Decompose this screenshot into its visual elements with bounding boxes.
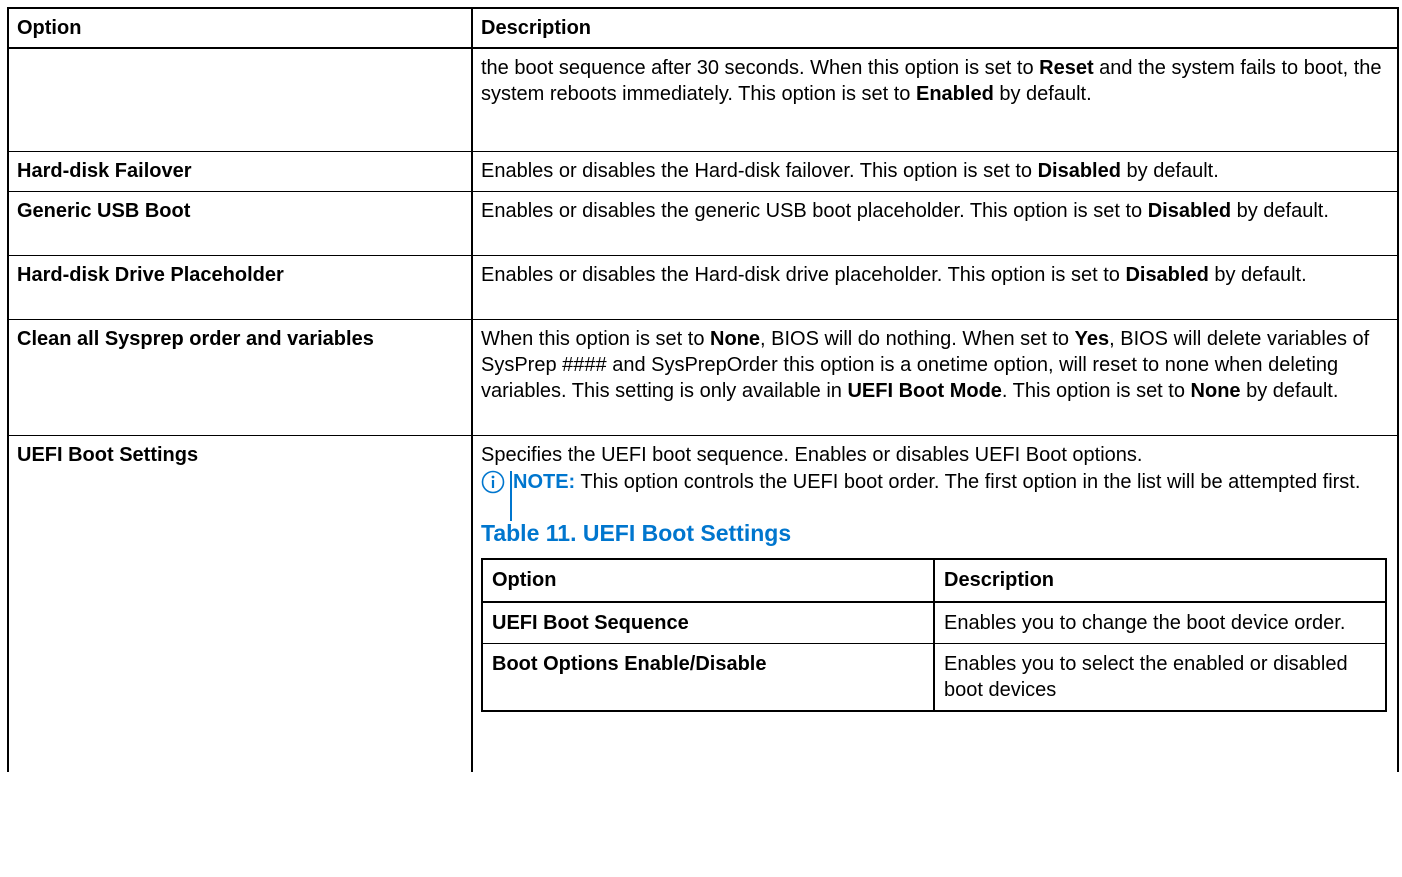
description-cell: Enables or disables the Hard-disk failov…: [471, 151, 1398, 191]
inner-table-row: Boot Options Enable/Disable Enables you …: [482, 643, 1386, 711]
option-cell: UEFI Boot Settings: [17, 443, 199, 466]
description-cell: the boot sequence after 30 seconds. When…: [471, 48, 1398, 151]
header-option: Option: [17, 17, 82, 39]
option-cell: Hard-disk Drive Placeholder: [17, 263, 284, 286]
description-cell: Enables or disables the generic USB boot…: [471, 191, 1398, 255]
note-label: NOTE:: [513, 470, 576, 493]
desc-bold: Enabled: [916, 83, 994, 105]
desc-bold: Disabled: [1125, 263, 1209, 286]
desc-text: by default.: [1208, 263, 1307, 286]
desc-text: by default.: [1231, 199, 1329, 222]
description-cell: Specifies the UEFI boot sequence. Enable…: [471, 435, 1398, 772]
option-cell: Hard-disk Failover: [17, 159, 192, 182]
boot-settings-table: Option Description the boot sequence aft…: [7, 7, 1399, 772]
table-header-row: Option Description: [8, 8, 1398, 48]
desc-text: When this option is set to: [481, 327, 711, 350]
note-block: NOTE: This option controls the UEFI boot…: [481, 469, 1389, 521]
desc-bold: Disabled: [1147, 199, 1232, 222]
table-row: Generic USB Boot Enables or disables the…: [8, 191, 1398, 255]
desc-bold: Yes: [1074, 327, 1110, 350]
table-row: the boot sequence after 30 seconds. When…: [8, 48, 1398, 151]
header-description: Description: [471, 8, 1398, 48]
inner-description-cell: Enables you to select the enabled or dis…: [933, 643, 1386, 711]
inner-header-description: Description: [933, 558, 1386, 602]
description-cell: When this option is set to None, BIOS wi…: [471, 319, 1398, 435]
desc-text: Enables or disables the generic USB boot…: [481, 199, 1148, 222]
desc-text: Enables or disables the Hard-disk failov…: [481, 159, 1038, 182]
inner-option-cell: Boot Options Enable/Disable: [492, 652, 767, 675]
desc-text: . This option is set to: [1001, 379, 1191, 402]
desc-text: by default.: [1240, 379, 1339, 402]
inner-description-cell: Enables you to change the boot device or…: [933, 601, 1386, 643]
info-circle-icon: [481, 470, 505, 493]
desc-bold: UEFI Boot Mode: [847, 379, 1002, 402]
desc-text: by default.: [1120, 159, 1219, 182]
note-text: This option controls the UEFI boot order…: [575, 470, 1361, 493]
description-cell: Enables or disables the Hard-disk drive …: [471, 255, 1398, 319]
option-cell: Clean all Sysprep order and variables: [17, 327, 374, 350]
table-row: UEFI Boot Settings Specifies the UEFI bo…: [8, 435, 1398, 772]
option-cell: [8, 48, 472, 151]
desc-text: , BIOS will do nothing. When set to: [760, 327, 1075, 350]
uefi-boot-settings-table: Option Description UEFI Boot Sequence En…: [481, 557, 1387, 712]
desc-intro: Specifies the UEFI boot sequence. Enable…: [481, 443, 1143, 466]
desc-text: Enables or disables the Hard-disk drive …: [481, 263, 1126, 286]
table-row: Clean all Sysprep order and variables Wh…: [8, 319, 1398, 435]
inner-table-caption: Table 11. UEFI Boot Settings: [481, 519, 792, 546]
table-row: Hard-disk Failover Enables or disables t…: [8, 151, 1398, 191]
inner-header-option: Option: [492, 568, 557, 591]
desc-bold: Disabled: [1037, 159, 1121, 182]
desc-bold: Reset: [1039, 57, 1094, 79]
table-row: Hard-disk Drive Placeholder Enables or d…: [8, 255, 1398, 319]
desc-text: the boot sequence after 30 seconds. When…: [481, 57, 1040, 79]
option-cell: Generic USB Boot: [17, 199, 191, 222]
inner-header-row: Option Description: [482, 558, 1386, 602]
inner-table-row: UEFI Boot Sequence Enables you to change…: [482, 601, 1386, 643]
desc-text: by default.: [993, 83, 1092, 105]
inner-option-cell: UEFI Boot Sequence: [492, 611, 689, 634]
note-bar: [510, 470, 512, 521]
desc-bold: None: [1190, 379, 1241, 402]
desc-bold: None: [710, 327, 761, 350]
